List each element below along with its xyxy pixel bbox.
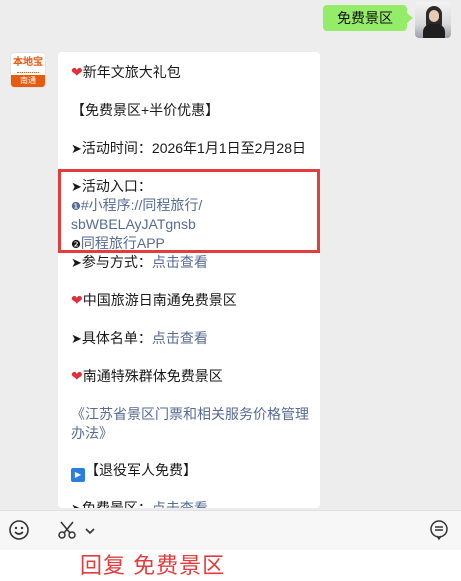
message-line: ➤具体名单：点击查看 (71, 330, 208, 346)
number-two-icon: ❷ (71, 239, 81, 251)
reply-caption-area: 回复 免费景区 (0, 550, 461, 581)
message-line: ➤免费景区：点击查看 (71, 498, 208, 508)
user-avatar[interactable] (415, 2, 451, 38)
bot-avatar[interactable]: 本地宝 南通 (10, 52, 46, 88)
regulation-link-cont[interactable]: 办法》 (71, 423, 113, 443)
heart-icon: ❤ (71, 292, 83, 308)
arrow-icon: ➤ (71, 179, 82, 194)
arrow-icon: ➤ (71, 141, 82, 156)
avatar-body (423, 24, 445, 38)
message-line: ➤活动入口： (71, 178, 152, 194)
input-toolbar (0, 510, 461, 551)
reply-caption: 回复 免费景区 (80, 553, 226, 578)
outgoing-message-bubble[interactable]: 免费景区 (323, 5, 413, 31)
message-line: ❤中国旅游日南通免费景区 (71, 292, 237, 308)
arrow-icon: ➤ (71, 331, 82, 346)
message-line: ❤南通特殊群体免费景区 (71, 368, 223, 384)
number-one-icon: ❶ (71, 201, 81, 213)
message-line: ➤参与方式：点击查看 (71, 254, 208, 270)
emoji-icon[interactable] (8, 519, 30, 546)
play-icon: ▶ (71, 468, 85, 482)
regulation-link[interactable]: 《江苏省景区门票和相关服务价格管理 (71, 404, 309, 424)
arrow-icon: ➤ (71, 255, 82, 270)
view-details-link[interactable]: 点击查看 (152, 330, 208, 346)
message-line: 【免费景区+半价优惠】 (71, 102, 220, 118)
message-line: ❤新年文旅大礼包 (71, 64, 181, 80)
view-details-link[interactable]: 点击查看 (152, 500, 208, 508)
chevron-down-icon[interactable] (84, 521, 96, 542)
scissors-icon[interactable] (56, 519, 78, 546)
bot-logo-text: 本地宝 (13, 57, 43, 68)
view-details-link[interactable]: 点击查看 (152, 254, 208, 270)
heart-icon: ❤ (71, 368, 83, 384)
menu-list-icon[interactable] (428, 519, 450, 546)
avatar-face (429, 10, 439, 22)
bot-logo-city: 南通 (11, 75, 45, 87)
miniprogram-link-code[interactable]: sbWBELAyJATgnsb (71, 214, 196, 234)
message-line: ▶ 【退役军人免费】 (71, 460, 197, 482)
incoming-message-bubble[interactable]: ❤新年文旅大礼包 【免费景区+半价优惠】 ➤活动时间：2026年1月1日至2月2… (58, 52, 320, 508)
heart-icon: ❤ (71, 64, 83, 80)
message-line: ➤活动时间：2026年1月1日至2月28日 (71, 140, 306, 156)
arrow-icon: ➤ (71, 501, 82, 508)
